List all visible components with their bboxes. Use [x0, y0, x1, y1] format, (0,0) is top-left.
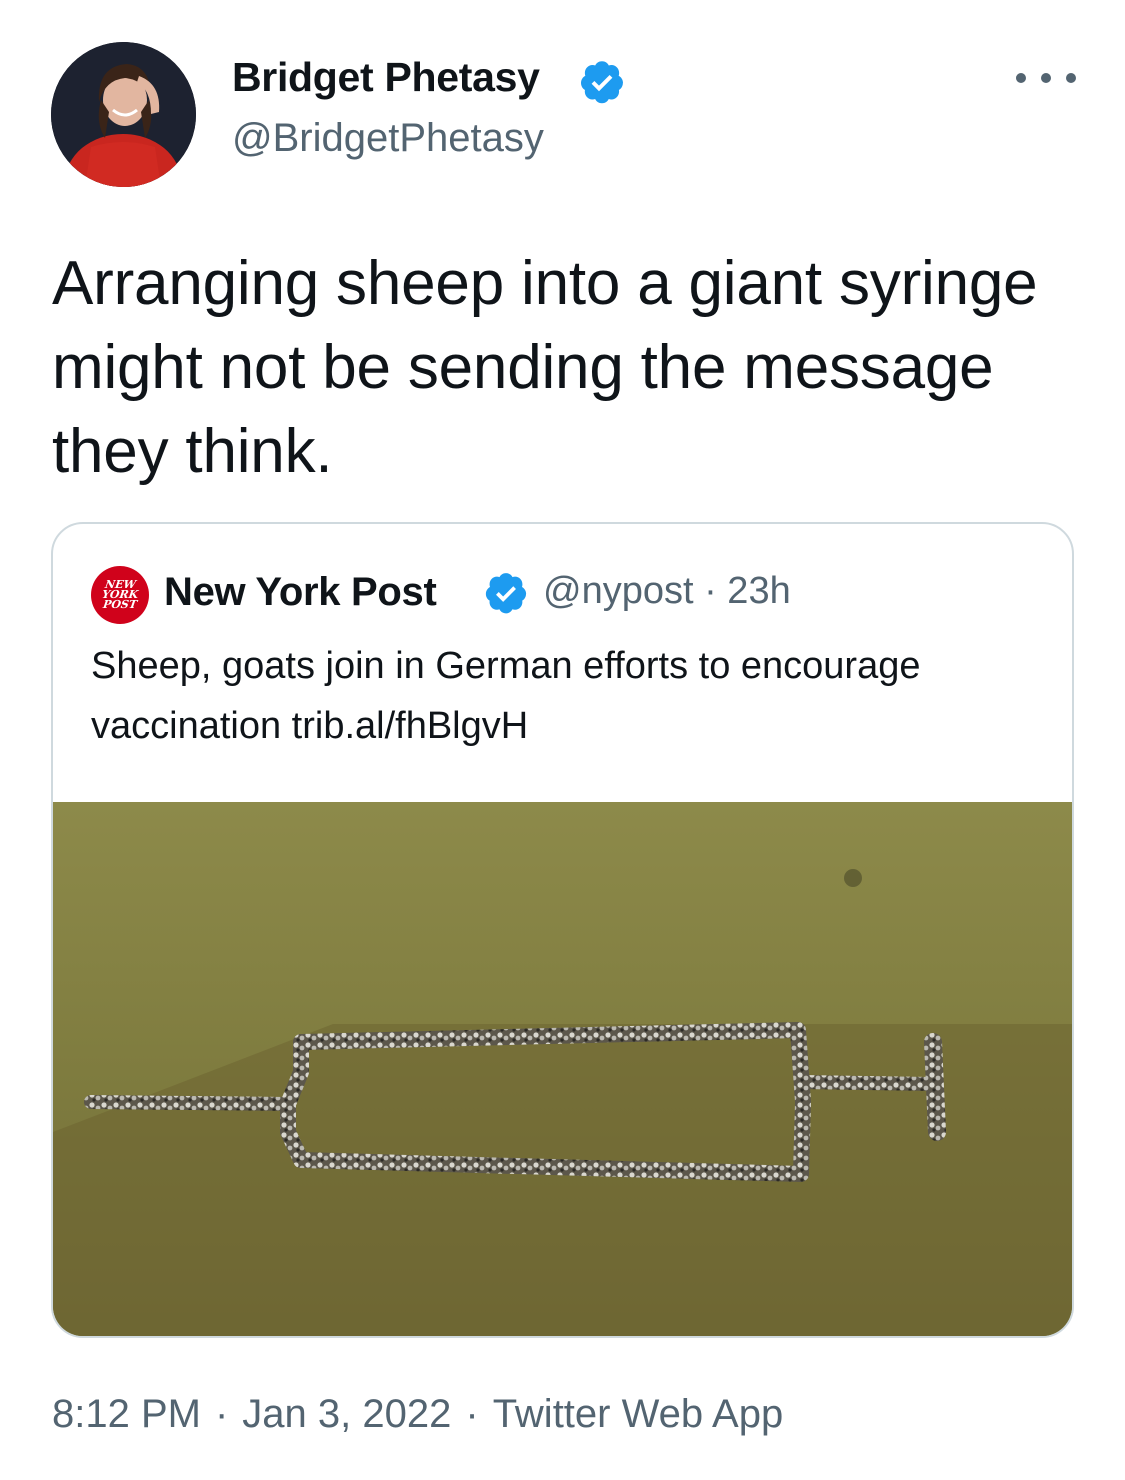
separator: ·	[214, 1392, 229, 1436]
author-name[interactable]: Bridget Phetasy	[232, 54, 540, 101]
author-avatar[interactable]	[51, 42, 196, 187]
more-options-icon[interactable]	[1016, 60, 1076, 96]
tweet: Bridget Phetasy @BridgetPhetasy Arrangin…	[0, 0, 1125, 1480]
nypost-logo-line: POST	[102, 598, 138, 611]
dot	[1066, 73, 1076, 83]
quoted-tweet-card[interactable]: NEW YORK POST New York Post @nypost · 23…	[51, 522, 1074, 1338]
separator: ·	[465, 1392, 479, 1436]
dot	[1016, 73, 1026, 83]
dot	[1041, 73, 1051, 83]
quoted-tweet-image[interactable]	[53, 802, 1072, 1336]
sheep-syringe-photo	[53, 802, 1072, 1336]
tweet-source[interactable]: Twitter Web App	[493, 1392, 784, 1436]
quoted-handle-and-time[interactable]: @nypost · 23h	[543, 570, 791, 613]
nypost-logo-avatar[interactable]: NEW YORK POST	[91, 566, 149, 624]
author-handle[interactable]: @BridgetPhetasy	[232, 116, 544, 161]
tweet-timestamp[interactable]: 8:12 PM · Jan 3, 2022 · Twitter Web App	[52, 1392, 783, 1437]
timestamp-time: 8:12 PM	[52, 1392, 201, 1436]
verified-badge-icon	[581, 61, 623, 104]
avatar-image	[51, 42, 196, 187]
tweet-text: Arranging sheep into a giant syringe mig…	[52, 249, 1038, 486]
quoted-author-name[interactable]: New York Post	[164, 570, 437, 615]
quoted-tweet-text: Sheep, goats join in German efforts to e…	[91, 645, 921, 747]
timestamp-date: Jan 3, 2022	[242, 1392, 452, 1436]
verified-badge-icon	[485, 573, 527, 614]
